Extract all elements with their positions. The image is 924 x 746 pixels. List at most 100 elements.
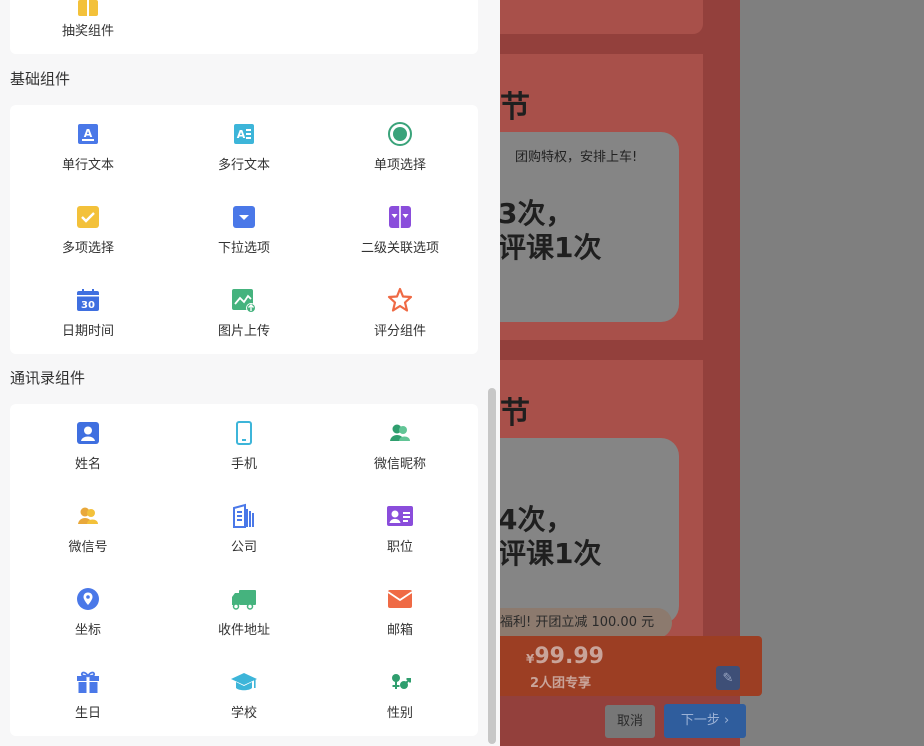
- tile-checkbox[interactable]: 多项选择: [10, 198, 166, 281]
- tile-label: 图片上传: [217, 324, 270, 339]
- tile-gift[interactable]: 生日: [10, 663, 166, 746]
- id-card-icon: [386, 502, 414, 530]
- discount-bubble: 福利! 开团立减 100.00 元: [500, 608, 672, 638]
- tile-label: 下拉选项: [217, 241, 270, 256]
- group-label: 2人团专享: [530, 676, 592, 691]
- poster-preview: 节 团购特权，安排上车! 3次， 评课1次 节 4次， 评课1次 福利! 开团立…: [500, 0, 740, 746]
- star-icon: [386, 286, 414, 314]
- section-title-contacts: 通讯录组件: [10, 369, 86, 387]
- cancel-button[interactable]: 取消: [605, 705, 655, 738]
- contact-components-card: 姓名 手机 微信昵称微信号 公司 职位坐标 收件地址 邮箱生日 学校 性别: [10, 404, 478, 736]
- tile-building[interactable]: 公司: [166, 497, 322, 580]
- price-text: ¥99.99: [526, 644, 604, 669]
- poster-line-2b: 评课1次: [500, 537, 602, 570]
- tile-label: 评分组件: [373, 324, 426, 339]
- dropdown-icon: [230, 203, 258, 231]
- tile-label: 职位: [386, 540, 413, 555]
- price-bar: ¥99.99 2人团专享 ✎: [500, 636, 762, 696]
- tile-label: 微信号: [68, 540, 108, 555]
- poster-block-top: [500, 0, 703, 34]
- tile-label: 邮箱: [386, 623, 413, 638]
- tile-graduation-cap[interactable]: 学校: [166, 663, 322, 746]
- cascade-select-icon: [386, 203, 414, 231]
- tile-cascade-select[interactable]: 二级关联选项: [322, 198, 478, 281]
- palette-scrollbar[interactable]: [488, 388, 496, 744]
- building-icon: [230, 502, 258, 530]
- poster-block-2: 节 4次， 评课1次: [500, 360, 703, 636]
- component-palette: 抽奖组件 基础组件 A 单行文本 A 多行文本 单项选择多项选择 下拉选项 二级关联选项 30…: [0, 0, 500, 746]
- tile-label: 坐标: [74, 623, 101, 638]
- location-pin-icon: [74, 585, 102, 613]
- pencil-icon: ✎: [722, 670, 734, 686]
- tile-id-card[interactable]: 职位: [322, 497, 478, 580]
- poster-heading-1: 节: [500, 90, 530, 125]
- tile-label: 微信昵称: [373, 457, 426, 472]
- tile-location-pin[interactable]: 坐标: [10, 580, 166, 663]
- wechat-nickname-icon: [386, 419, 414, 447]
- tile-gender[interactable]: 性别: [322, 663, 478, 746]
- tile-radio[interactable]: 单项选择: [322, 115, 478, 198]
- tile-label: 单项选择: [373, 158, 426, 173]
- tile-label: 姓名: [74, 457, 101, 472]
- poster-line-1b: 评课1次: [500, 231, 602, 264]
- tile-label: 手机: [230, 457, 257, 472]
- tile-truck[interactable]: 收件地址: [166, 580, 322, 663]
- lottery-icon: [74, 0, 102, 21]
- tile-label: 二级关联选项: [360, 241, 439, 256]
- tile-phone[interactable]: 手机: [166, 414, 322, 497]
- tile-label: 公司: [230, 540, 257, 555]
- tile-person[interactable]: 姓名: [10, 414, 166, 497]
- poster-tagline: 团购特权，安排上车!: [515, 150, 638, 165]
- edit-button[interactable]: ✎: [716, 666, 740, 690]
- gender-icon: [386, 668, 414, 696]
- tile-label: 生日: [74, 706, 101, 721]
- tile-label: 学校: [230, 706, 257, 721]
- tile-label: 多项选择: [61, 241, 114, 256]
- cancel-label: 取消: [616, 714, 643, 729]
- tile-image-upload[interactable]: 图片上传: [166, 281, 322, 364]
- image-upload-icon: [230, 286, 258, 314]
- tile-single-line-text[interactable]: A 单行文本: [10, 115, 166, 198]
- poster-heading-2: 节: [500, 396, 530, 431]
- calendar-icon: 30: [74, 286, 102, 314]
- envelope-icon: [386, 585, 414, 613]
- person-icon: [74, 419, 102, 447]
- tile-star[interactable]: 评分组件: [322, 281, 478, 364]
- tile-label: 单行文本: [61, 158, 114, 173]
- radio-icon: [386, 120, 414, 148]
- poster-card-2: 4次， 评课1次: [500, 438, 679, 624]
- tile-lottery[interactable]: 抽奖组件: [10, 0, 166, 40]
- graduation-cap-icon: [230, 668, 258, 696]
- tile-envelope[interactable]: 邮箱: [322, 580, 478, 663]
- tile-dropdown[interactable]: 下拉选项: [166, 198, 322, 281]
- svg-text:30: 30: [81, 300, 95, 311]
- discount-text: 福利! 开团立减 100.00 元: [500, 615, 655, 630]
- tile-label: 性别: [386, 706, 413, 721]
- preview-overlay: 节 团购特权，安排上车! 3次， 评课1次 节 4次， 评课1次 福利! 开团立…: [500, 0, 924, 746]
- multi-line-text-icon: A: [230, 120, 258, 148]
- svg-text:A: A: [84, 127, 93, 140]
- gift-icon: [74, 668, 102, 696]
- advanced-components-card: 抽奖组件: [10, 0, 478, 54]
- svg-text:A: A: [237, 128, 246, 141]
- section-title-basic: 基础组件: [10, 70, 71, 88]
- checkbox-icon: [74, 203, 102, 231]
- tile-label: 抽奖组件: [61, 24, 114, 39]
- poster-card-1: 团购特权，安排上车! 3次， 评课1次: [500, 132, 679, 322]
- next-label: 下一步: [680, 713, 720, 728]
- price-value: 99.99: [534, 644, 604, 669]
- tile-label: 收件地址: [217, 623, 270, 638]
- next-button[interactable]: 下一步 ›: [664, 704, 746, 738]
- basic-components-card: A 单行文本 A 多行文本 单项选择多项选择 下拉选项 二级关联选项 30 日期时间 图片上传 评分…: [10, 105, 478, 354]
- phone-icon: [230, 419, 258, 447]
- tile-calendar[interactable]: 30 日期时间: [10, 281, 166, 364]
- poster-block-1: 节 团购特权，安排上车! 3次， 评课1次: [500, 54, 703, 340]
- tile-wechat-id[interactable]: 微信号: [10, 497, 166, 580]
- tile-wechat-nickname[interactable]: 微信昵称: [322, 414, 478, 497]
- truck-icon: [230, 585, 258, 613]
- tile-label: 日期时间: [61, 324, 114, 339]
- tile-label: 多行文本: [217, 158, 270, 173]
- tile-multi-line-text[interactable]: A 多行文本: [166, 115, 322, 198]
- single-line-text-icon: A: [74, 120, 102, 148]
- chevron-right-icon: ›: [723, 713, 730, 728]
